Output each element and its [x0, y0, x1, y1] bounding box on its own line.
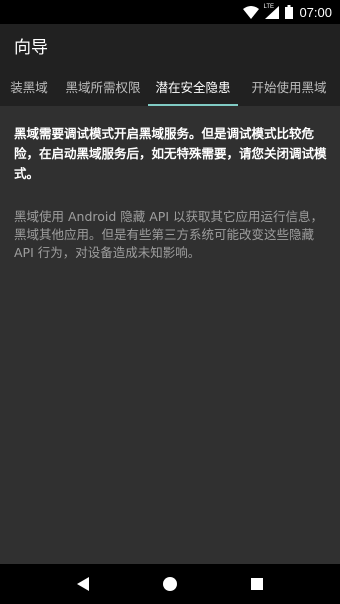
battery-icon — [285, 5, 294, 19]
warning-text: 黑域需要调试模式开启黑域服务。但是调试模式比较危险，在启动黑域服务后，如无特殊需… — [14, 126, 327, 181]
status-time: 07:00 — [299, 4, 332, 20]
tab-label: 装黑域 — [10, 79, 48, 95]
info-text: 黑域使用 Android 隐藏 API 以获取其它应用运行信息，黑域其他应用。但… — [14, 209, 323, 260]
network-type-label: LTE — [263, 3, 275, 10]
tab-label: 潜在安全隐患 — [155, 79, 231, 95]
back-button[interactable] — [63, 564, 103, 604]
tab-get-started[interactable]: 开始使用黑域 — [238, 66, 340, 106]
back-icon — [77, 577, 90, 591]
status-bar: LTE 07:00 — [0, 0, 340, 24]
tab-permissions[interactable]: 黑域所需权限 — [58, 66, 148, 106]
recents-button[interactable] — [237, 564, 277, 604]
wifi-icon — [243, 5, 260, 19]
tab-bar: 装黑域 黑域所需权限 潜在安全隐患 开始使用黑域 — [0, 66, 340, 106]
tab-label: 开始使用黑域 — [251, 79, 327, 95]
navigation-bar — [0, 564, 340, 604]
tab-security-risks[interactable]: 潜在安全隐患 — [148, 66, 238, 106]
home-icon — [162, 577, 177, 591]
cellular-signal-icon: LTE — [263, 3, 280, 19]
page-title: 向导 — [14, 37, 48, 57]
app-toolbar: 向导 — [0, 24, 340, 66]
tab-label: 黑域所需权限 — [65, 79, 141, 95]
home-button[interactable] — [150, 564, 190, 604]
recents-icon — [250, 578, 263, 590]
page-content: 黑域需要调试模式开启黑域服务。但是调试模式比较危险，在启动黑域服务后，如无特殊需… — [0, 106, 340, 564]
tab-install[interactable]: 装黑域 — [0, 66, 58, 106]
